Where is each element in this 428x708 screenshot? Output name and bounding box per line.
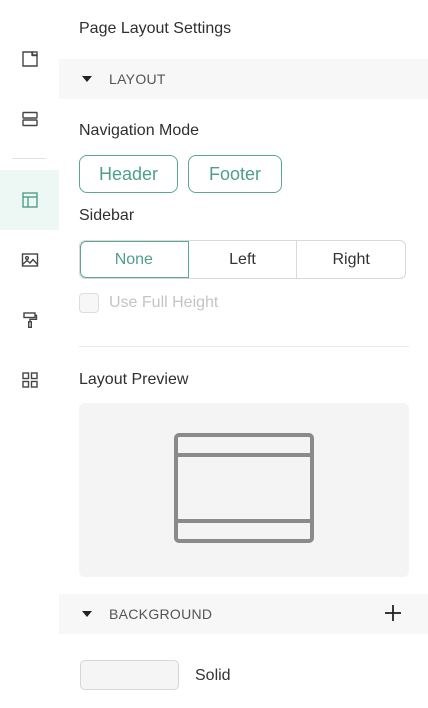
rail-divider: [12, 158, 46, 159]
caret-down-icon: [82, 76, 92, 82]
layout-section-label: LAYOUT: [109, 71, 166, 87]
paint-roller-icon: [22, 312, 37, 329]
layout-preview-wireframe-icon: [174, 433, 314, 543]
sections-icon: [21, 111, 38, 127]
rail-paint[interactable]: [0, 290, 59, 350]
rail-image[interactable]: [0, 230, 59, 290]
layout-section-header[interactable]: LAYOUT: [59, 59, 428, 99]
rail-sections[interactable]: [0, 89, 59, 149]
layout-preview-label: Layout Preview: [79, 371, 189, 388]
grid-apps-icon: [21, 372, 38, 388]
sidebar-option-none[interactable]: None: [80, 241, 189, 278]
sidebar-label: Sidebar: [79, 207, 135, 224]
rail-apps[interactable]: [0, 350, 59, 410]
layout-preview-box: [79, 403, 409, 577]
sidebar-option-right[interactable]: Right: [297, 241, 405, 278]
section-divider: [79, 346, 409, 347]
layout-icon: [21, 192, 38, 208]
settings-panel: Page Layout Settings LAYOUT Navigation M…: [59, 0, 428, 708]
rail-page-settings[interactable]: [0, 29, 59, 89]
page-settings-icon: [21, 51, 38, 67]
page-title: Page Layout Settings: [79, 20, 232, 37]
icon-rail: [0, 0, 59, 708]
background-color-swatch[interactable]: [80, 660, 179, 690]
footer-toggle-button[interactable]: Footer: [188, 155, 282, 193]
rail-layout[interactable]: [0, 170, 59, 230]
image-icon: [21, 253, 38, 267]
header-toggle-button[interactable]: Header: [79, 155, 178, 193]
sidebar-segmented-control: None Left Right: [79, 240, 406, 279]
full-height-checkbox[interactable]: [79, 293, 99, 313]
sidebar-option-left[interactable]: Left: [189, 241, 298, 278]
background-section-label: BACKGROUND: [109, 606, 213, 622]
add-icon[interactable]: [384, 604, 402, 622]
caret-down-icon: [82, 611, 92, 617]
background-type-label: Solid: [195, 667, 231, 684]
full-height-label: Use Full Height: [109, 294, 219, 311]
navigation-mode-label: Navigation Mode: [79, 122, 200, 139]
background-section-header[interactable]: BACKGROUND: [59, 594, 428, 634]
full-height-row: Use Full Height: [79, 293, 218, 313]
